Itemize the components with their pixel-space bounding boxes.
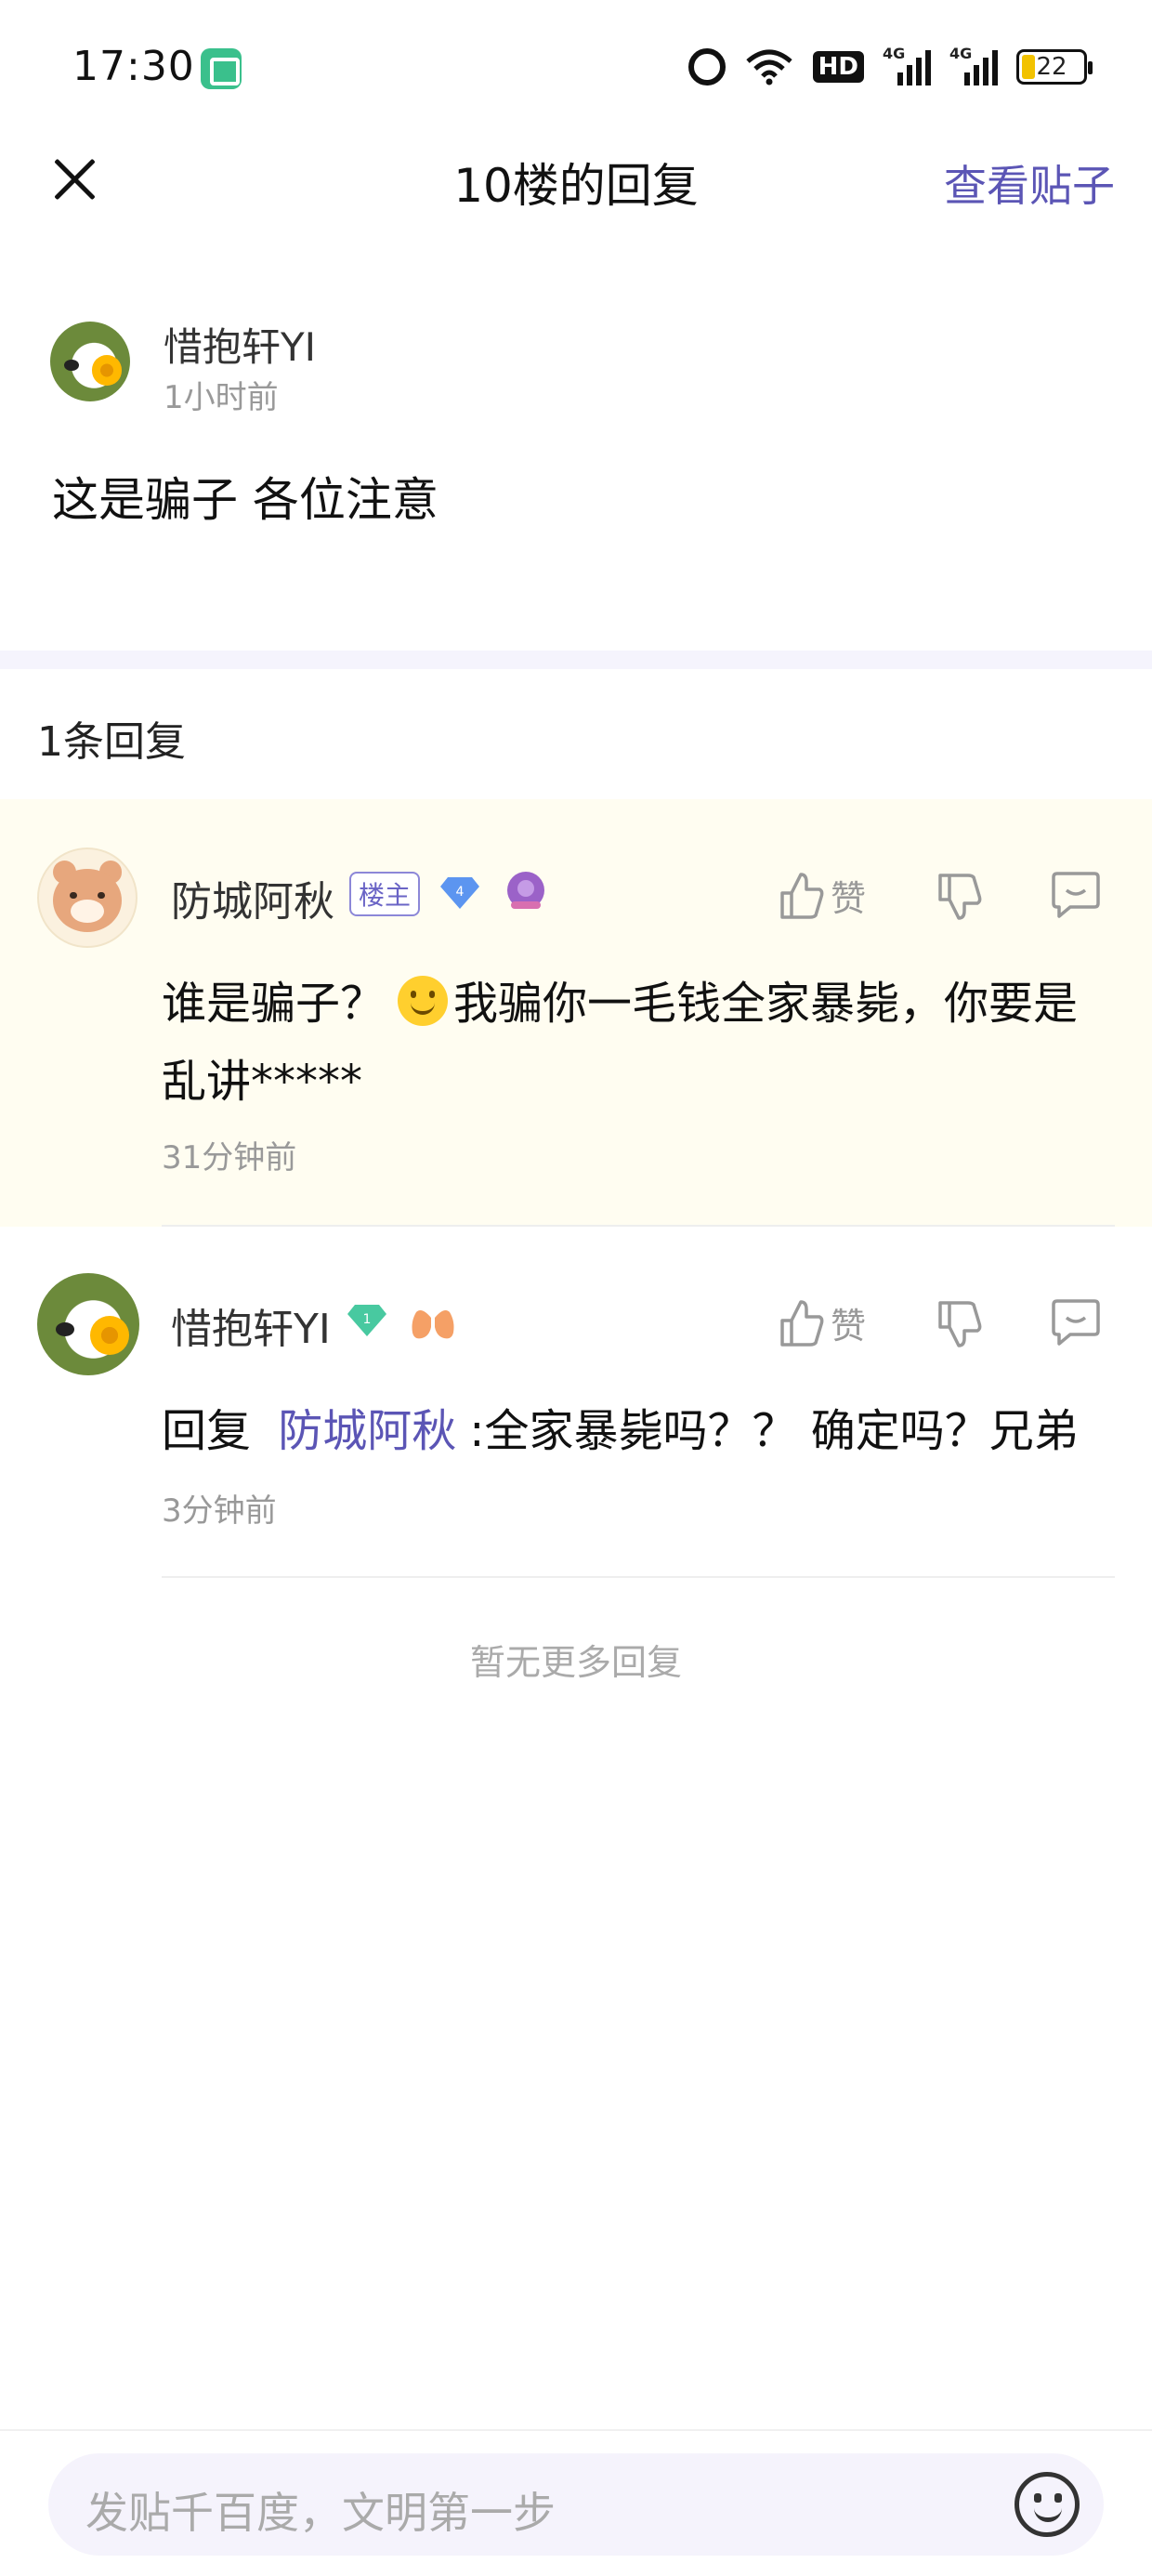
avatar[interactable] <box>37 1273 139 1375</box>
reply-username[interactable]: 惜抱轩YI <box>171 1295 331 1355</box>
host-badge: 楼主 <box>349 872 421 916</box>
reply-count: 1条回复 <box>37 718 186 766</box>
thumbs-down-icon[interactable] <box>935 872 985 922</box>
hd-icon: HD <box>812 51 864 83</box>
thumbs-down-icon[interactable] <box>935 1299 985 1349</box>
reply-item: 惜抱轩YI 1 赞 回复 防城阿秋:全家暴毙吗？？ 确定吗？兄弟 3分钟前 <box>0 1227 1152 1576</box>
battery-icon: 22 <box>1016 49 1093 85</box>
level-badge-icon <box>507 872 544 909</box>
reply-username[interactable]: 防城阿秋 <box>171 868 334 927</box>
like-button[interactable]: 赞 <box>779 870 866 921</box>
thumbs-up-icon <box>780 1299 824 1347</box>
reply-content: 回复 防城阿秋:全家暴毙吗？？ 确定吗？兄弟 <box>162 1392 1109 1470</box>
like-button[interactable]: 赞 <box>779 1297 866 1348</box>
divider <box>162 1576 1115 1578</box>
diamond-icon: 4 <box>440 877 479 909</box>
thumbs-up-icon <box>780 872 824 919</box>
post-time: 1小时前 <box>164 379 279 416</box>
reply-prefix: 回复 <box>162 1405 252 1457</box>
smile-emoji-icon <box>398 976 449 1026</box>
reply-input[interactable]: 发贴千百度，文明第一步 <box>48 2453 1104 2556</box>
signal-label: 4G <box>883 45 906 62</box>
reply-item: 防城阿秋 楼主 4 赞 谁是骗子？ 我骗你一毛钱全家暴毙，你要是乱讲***** 3… <box>0 799 1152 1227</box>
post-content: 这是骗子 各位注意 <box>52 473 439 527</box>
emoji-icon[interactable] <box>1015 2472 1080 2537</box>
reply-text: :全家暴毙吗？？ 确定吗？兄弟 <box>469 1405 1079 1457</box>
like-label: 赞 <box>831 878 867 919</box>
lungs-icon <box>412 1305 454 1339</box>
comment-icon[interactable] <box>1050 1297 1102 1347</box>
diamond-icon: 1 <box>347 1305 386 1336</box>
post-username[interactable]: 惜抱轩YI <box>164 316 316 373</box>
nav-bar: 10楼的回复 查看贴子 <box>0 139 1152 260</box>
avatar[interactable] <box>37 848 137 948</box>
reply-content: 谁是骗子？ 我骗你一毛钱全家暴毙，你要是乱讲***** <box>162 965 1109 1121</box>
avatar[interactable] <box>50 322 130 401</box>
view-post-link[interactable]: 查看贴子 <box>944 152 1115 214</box>
like-label: 赞 <box>831 1306 867 1347</box>
signal-label: 4G <box>949 45 973 62</box>
level-number: 1 <box>363 1312 372 1327</box>
signal-icon: 4G <box>949 45 998 85</box>
signal-icon: 4G <box>883 45 931 85</box>
comment-icon[interactable] <box>1050 870 1102 920</box>
level-number: 4 <box>456 885 465 900</box>
no-more-replies: 暂无更多回复 <box>469 1642 682 1683</box>
status-bar: 17:30 HD 4G 4G 22 <box>0 0 1152 138</box>
close-icon[interactable] <box>46 151 102 206</box>
section-divider <box>0 651 1152 669</box>
reply-input-placeholder: 发贴千百度，文明第一步 <box>85 2488 556 2538</box>
status-time: 17:30 <box>72 43 195 90</box>
mention-link[interactable]: 防城阿秋 <box>278 1405 456 1457</box>
alarm-icon <box>687 48 726 85</box>
reply-time: 31分钟前 <box>162 1139 297 1176</box>
reply-time: 3分钟前 <box>162 1492 277 1530</box>
status-icons: HD 4G 4G 22 <box>687 45 1093 89</box>
divider <box>0 2429 1152 2431</box>
reply-text-part1: 谁是骗子？ <box>162 978 386 1030</box>
wifi-icon <box>746 49 792 85</box>
battery-level: 22 <box>1036 53 1067 81</box>
app-notification-icon <box>201 48 242 89</box>
